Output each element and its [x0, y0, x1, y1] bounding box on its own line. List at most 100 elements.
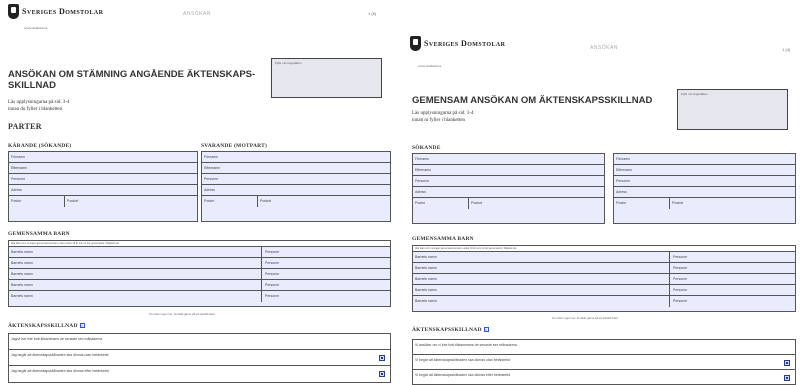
- option-text: Jag begär att äktenskapsskillnaden ska d…: [11, 369, 109, 373]
- child-pnr-label: Personnr: [265, 261, 280, 265]
- logo: Sveriges Domstolar: [8, 4, 103, 19]
- option-row: Vi begär att äktenskapsskillnaden ska dö…: [413, 355, 795, 370]
- divider: [261, 258, 262, 268]
- title-line-2: SKILLNAD: [8, 80, 57, 91]
- field-row[interactable]: Förnamn: [9, 152, 197, 163]
- child-pnr-label: Personnr: [673, 299, 688, 303]
- option-checkbox[interactable]: [784, 360, 790, 366]
- option-text: Jag/vi har inte bott tillsammans de sena…: [11, 337, 103, 341]
- form-title: GEMENSAM ANSÖKAN OM ÄKTENSKAPSSKILLNAD: [412, 95, 653, 106]
- page-number: 1 (6): [368, 11, 377, 16]
- child-pnr-label: Personnr: [673, 266, 688, 270]
- child-name-label: Barnets namn: [415, 277, 437, 281]
- intro-line-1: Läs upplysningarna på sid. 3-4: [8, 100, 70, 105]
- postnr-label: Postnr: [616, 201, 627, 205]
- field-row[interactable]: Personnr: [9, 174, 197, 185]
- form-title: ANSÖKAN OM STÄMNING ANGÅENDE ÄKTENSKAPS-…: [8, 69, 255, 91]
- field-row[interactable]: Förnamn: [202, 152, 390, 163]
- option-row: Jag begär att äktenskapsskillnaden ska d…: [9, 366, 390, 382]
- divider: [669, 263, 670, 273]
- child-row[interactable]: Barnets namn Personnr: [9, 269, 390, 280]
- child-row[interactable]: Barnets namn Personnr: [413, 252, 795, 263]
- crown-crest-icon: [8, 4, 19, 19]
- child-pnr-label: Personnr: [673, 277, 688, 281]
- field-row[interactable]: Adress: [202, 185, 390, 196]
- child-pnr-label: Personnr: [265, 294, 280, 298]
- child-name-label: Barnets namn: [415, 255, 437, 259]
- option-checkbox[interactable]: [784, 375, 790, 381]
- intro-line-2: innan ni fyller i blanketten: [412, 118, 466, 123]
- registry-label: Fylls i av tingsrätten: [681, 92, 708, 96]
- divider: [261, 291, 262, 302]
- firstname-label: Förnamn: [204, 155, 219, 159]
- child-pnr-label: Personnr: [265, 272, 280, 276]
- crown-crest-icon: [410, 36, 421, 51]
- child-name-label: Barnets namn: [11, 272, 33, 276]
- info-icon[interactable]: i: [79, 323, 85, 329]
- child-row[interactable]: Barnets namn Personnr: [413, 296, 795, 307]
- field-row[interactable]: Personnr: [413, 176, 604, 187]
- field-row[interactable]: Adress: [9, 185, 197, 196]
- field-row[interactable]: Förnamn: [614, 154, 795, 165]
- field-row[interactable]: Adress: [413, 187, 604, 198]
- children-heading: GEMENSAMMA BARN: [8, 231, 70, 237]
- field-row[interactable]: Efternamn: [202, 163, 390, 174]
- postal-row[interactable]: Postnr Postort: [9, 196, 197, 207]
- firstname-label: Förnamn: [415, 157, 430, 161]
- registry-box: Fylls i av tingsrätten: [271, 58, 382, 98]
- registry-label: Fylls i av tingsrätten: [275, 61, 302, 65]
- option-checkbox[interactable]: [379, 355, 385, 361]
- child-pnr-label: Personnr: [673, 255, 688, 259]
- children-note: Om barn inget mer. Fortsätt gärna på ett…: [149, 312, 215, 316]
- divider: [468, 198, 469, 209]
- address-label: Adress: [616, 190, 627, 194]
- address-label: Adress: [415, 190, 426, 194]
- children-table: Alla barn som ni anger gemensamma barn u…: [412, 245, 796, 312]
- children-heading: GEMENSAMMA BARN: [412, 236, 474, 242]
- field-row[interactable]: Personnr: [202, 174, 390, 185]
- child-row[interactable]: Barnets namn Personnr: [9, 258, 390, 269]
- divorce-heading-text: ÄKTENSKAPSSKILLNAD: [8, 323, 78, 329]
- child-row[interactable]: Barnets namn Personnr: [413, 263, 795, 274]
- personnr-label: Personnr: [616, 179, 631, 183]
- info-icon[interactable]: i: [483, 327, 489, 333]
- option-text: Jag begär att äktenskapsskillnaden ska d…: [11, 353, 109, 357]
- logo: Sveriges Domstolar: [410, 36, 505, 51]
- intro-line-1: Läs upplysningarna på sid. 3-4: [412, 111, 474, 116]
- field-row[interactable]: Efternamn: [413, 165, 604, 176]
- lastname-label: Efternamn: [11, 166, 28, 170]
- option-text: Vi ansöker om vi inte bott tillsammans d…: [415, 343, 517, 347]
- field-row[interactable]: Adress: [614, 187, 795, 198]
- option-text: Vi begär att äktenskapsskillnaden ska dö…: [415, 373, 511, 377]
- field-row[interactable]: Efternamn: [9, 163, 197, 174]
- option-text: Vi begär att äktenskapsskillnaden ska dö…: [415, 358, 510, 362]
- child-row[interactable]: Barnets namn Personnr: [413, 285, 795, 296]
- child-row[interactable]: Barnets namn Personnr: [9, 291, 390, 302]
- divider: [261, 247, 262, 257]
- address-label: Adress: [11, 188, 22, 192]
- postort-label: Postort: [672, 201, 684, 205]
- plaintiff-heading: KÄRANDE (SÖKANDE): [8, 143, 72, 149]
- firstname-label: Förnamn: [11, 155, 26, 159]
- child-name-label: Barnets namn: [415, 266, 437, 270]
- postal-row[interactable]: Postnr Postort: [202, 196, 390, 207]
- divider: [669, 296, 670, 307]
- field-row[interactable]: Förnamn: [413, 154, 604, 165]
- applicant-2-fields: Förnamn Efternamn Personnr Adress Postnr…: [613, 153, 796, 224]
- option-checkbox[interactable]: [379, 371, 385, 377]
- child-pnr-label: Personnr: [673, 288, 688, 292]
- divider: [669, 285, 670, 295]
- child-row[interactable]: Barnets namn Personnr: [9, 280, 390, 291]
- postnr-label: Postnr: [415, 201, 426, 205]
- website: www.domstol.se: [418, 64, 442, 68]
- lastname-label: Efternamn: [616, 168, 633, 172]
- postal-row[interactable]: Postnr Postort: [413, 198, 604, 209]
- postal-row[interactable]: Postnr Postort: [614, 198, 795, 209]
- child-row[interactable]: Barnets namn Personnr: [9, 247, 390, 258]
- field-row[interactable]: Personnr: [614, 176, 795, 187]
- form-page-gemensam: Sveriges Domstolar www.domstol.se ANSÖKA…: [404, 0, 796, 385]
- field-row[interactable]: Efternamn: [614, 165, 795, 176]
- child-row[interactable]: Barnets namn Personnr: [413, 274, 795, 285]
- divorce-heading: ÄKTENSKAPSSKILLNAD i: [8, 323, 85, 329]
- brand-name: Sveriges Domstolar: [424, 39, 506, 48]
